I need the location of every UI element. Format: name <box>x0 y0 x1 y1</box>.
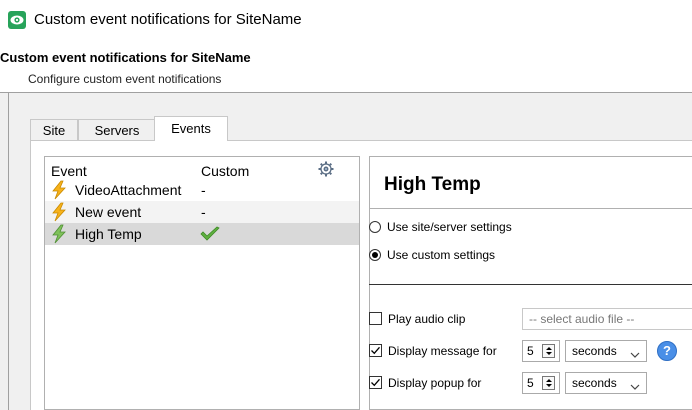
window-title: Custom event notifications for SiteName <box>34 11 302 28</box>
stepper-arrows-icon[interactable] <box>542 344 555 358</box>
display-message-row: Display message for 5 seconds ? <box>369 340 692 362</box>
stepper-arrows-icon[interactable] <box>542 376 555 390</box>
event-name: High Temp <box>75 226 142 242</box>
help-icon[interactable]: ? <box>657 341 677 361</box>
list-header: Event Custom <box>45 157 359 179</box>
column-header-custom[interactable]: Custom <box>201 163 249 179</box>
title-bar: Custom event notifications for SiteName <box>0 0 692 42</box>
chevron-down-icon <box>630 347 640 361</box>
display-message-stepper[interactable]: 5 <box>522 340 560 362</box>
list-item[interactable]: New event - <box>45 201 359 223</box>
audio-file-select[interactable]: -- select audio file -- <box>522 308 692 330</box>
list-item-selected[interactable]: High Temp <box>45 223 359 245</box>
app-eye-icon <box>8 11 26 29</box>
lightning-bolt-icon <box>49 224 69 247</box>
header-subtitle: Configure custom event notifications <box>28 72 222 86</box>
radio-label: Use custom settings <box>387 248 496 262</box>
divider <box>369 208 692 209</box>
display-popup-unit-select[interactable]: seconds <box>565 372 647 394</box>
tab-events[interactable]: Events <box>154 116 228 141</box>
lightning-bolt-icon <box>49 180 69 203</box>
list-item[interactable]: VideoAttachment - <box>45 179 359 201</box>
display-popup-row: Display popup for 5 seconds <box>369 372 692 394</box>
display-popup-checkbox[interactable] <box>369 376 382 389</box>
event-custom-value: - <box>201 204 206 220</box>
stepper-value: 5 <box>527 344 534 358</box>
event-custom-value: - <box>201 182 206 198</box>
event-name: New event <box>75 204 142 220</box>
select-value: seconds <box>572 344 617 358</box>
header-title: Custom event notifications for SiteName <box>0 50 251 65</box>
events-list: Event Custom VideoAttachment - New event… <box>44 156 360 410</box>
tab-site[interactable]: Site <box>30 119 78 140</box>
display-popup-stepper[interactable]: 5 <box>522 372 560 394</box>
play-audio-checkbox[interactable] <box>369 312 382 325</box>
radio-button[interactable] <box>369 221 381 233</box>
radio-label: Use site/server settings <box>387 220 512 234</box>
play-audio-label: Play audio clip <box>388 312 466 326</box>
event-detail-title: High Temp <box>384 174 481 195</box>
display-message-checkbox[interactable] <box>369 344 382 357</box>
tab-servers[interactable]: Servers <box>78 119 156 140</box>
dialog-header: Custom event notifications for SiteName … <box>0 42 692 93</box>
stepper-value: 5 <box>527 376 534 390</box>
green-check-icon <box>199 226 221 245</box>
column-header-event[interactable]: Event <box>51 163 87 179</box>
radio-button-selected[interactable] <box>369 249 381 261</box>
display-message-unit-select[interactable]: seconds <box>565 340 647 362</box>
event-name: VideoAttachment <box>75 182 182 198</box>
lightning-bolt-icon <box>49 202 69 225</box>
left-border <box>8 93 9 410</box>
chevron-down-icon <box>630 379 640 393</box>
play-audio-row: Play audio clip -- select audio file -- <box>369 308 692 330</box>
select-value: seconds <box>572 376 617 390</box>
display-popup-label: Display popup for <box>388 376 482 390</box>
display-message-label: Display message for <box>388 344 497 358</box>
divider <box>369 284 692 285</box>
